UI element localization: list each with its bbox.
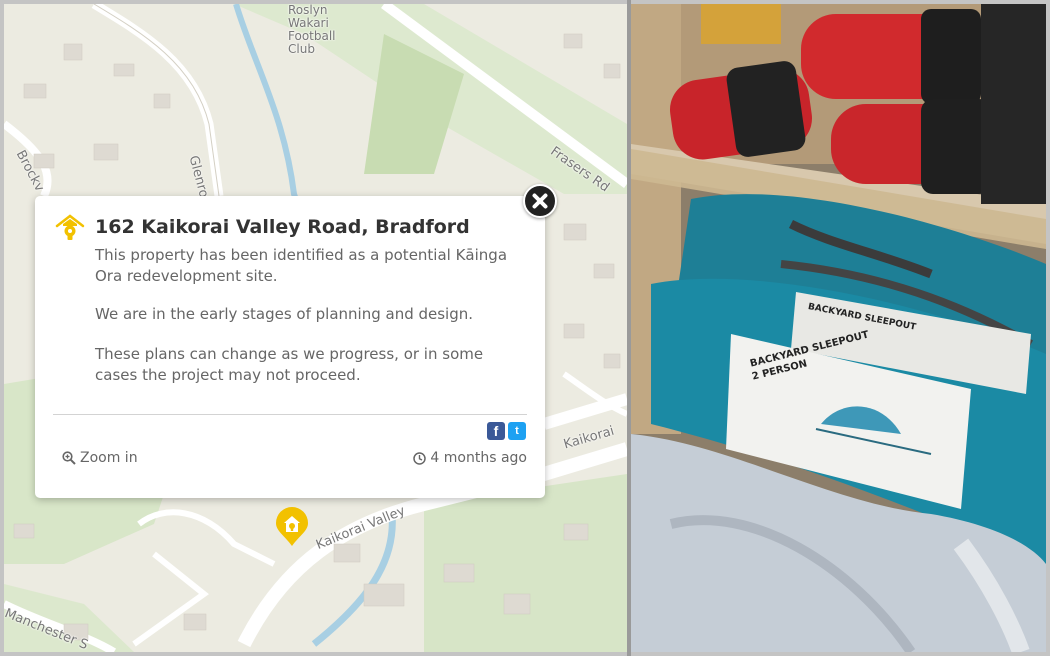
clock-icon [413, 451, 427, 465]
posted-time: 4 months ago [413, 450, 527, 466]
close-icon [532, 193, 548, 209]
map-panel[interactable]: Roslyn Wakari Football Club Glenross Bro… [4, 4, 627, 652]
divider [53, 414, 527, 415]
popup-paragraph: This property has been identified as a p… [95, 246, 508, 285]
popup-paragraph: These plans can change as we progress, o… [95, 345, 484, 384]
zoom-in-label: Zoom in [80, 450, 138, 466]
property-map-marker[interactable] [274, 507, 310, 547]
zoom-in-link[interactable]: Zoom in [62, 450, 138, 466]
house-lightbulb-icon [55, 214, 85, 240]
tent-box-photo: BACKYARD SLEEPOUT 2 PERSON BACKYARD SLEE… [631, 4, 1046, 652]
popup-paragraph: We are in the early stages of planning a… [95, 305, 474, 323]
photo-illustration [631, 4, 1046, 652]
zoom-in-icon [62, 451, 76, 465]
close-popup-button[interactable] [523, 184, 557, 218]
popup-title: 162 Kaikorai Valley Road, Bradford [95, 216, 470, 238]
map-label-club: Roslyn Wakari Football Club [288, 4, 336, 56]
posted-time-label: 4 months ago [430, 450, 527, 466]
twitter-share-button[interactable]: t [508, 422, 526, 440]
property-popup: 162 Kaikorai Valley Road, Bradford This … [35, 196, 545, 498]
facebook-share-button[interactable]: f [487, 422, 505, 440]
